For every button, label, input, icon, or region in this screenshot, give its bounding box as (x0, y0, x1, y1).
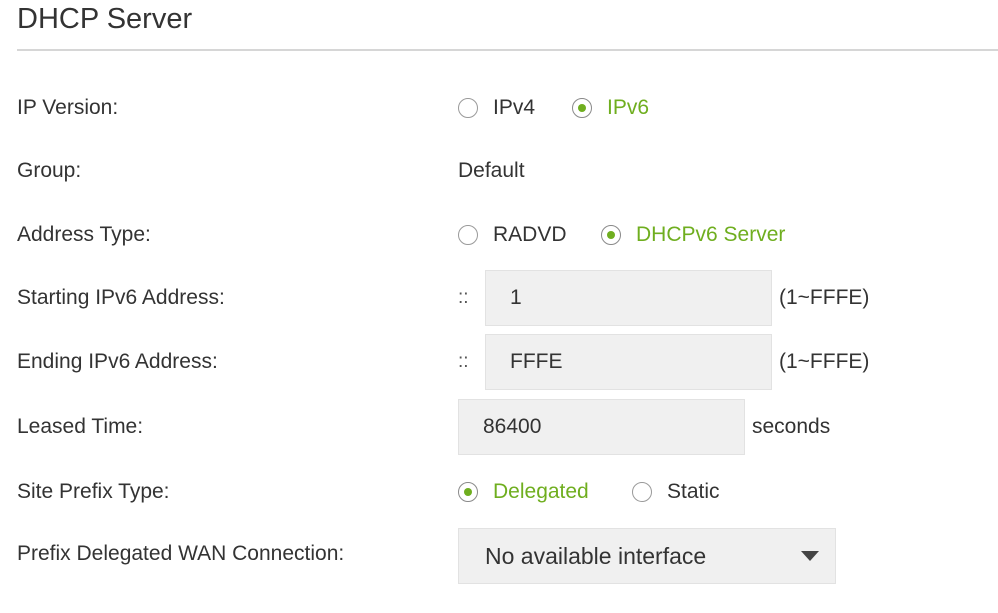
radio-checked-icon (572, 98, 592, 118)
address-type-label: Address Type: (17, 223, 151, 246)
caret-down-icon (801, 551, 819, 561)
radio-ipv4-label: IPv4 (493, 96, 536, 119)
ip-version-label: IP Version: (17, 96, 119, 119)
page-title: DHCP Server (17, 3, 193, 35)
radio-ipv4[interactable]: IPv4 (458, 96, 535, 120)
radio-static-label: Static (667, 480, 720, 503)
radio-ipv6-label: IPv6 (607, 96, 650, 119)
starting-address-prefix: :: (458, 287, 469, 308)
radio-dhcpv6-server[interactable]: DHCPv6 Server (601, 223, 785, 247)
site-prefix-type-label: Site Prefix Type: (17, 480, 170, 503)
leased-time-unit: seconds (752, 415, 831, 438)
prefix-wan-label: Prefix Delegated WAN Connection: (17, 542, 345, 565)
radio-unchecked-icon (458, 225, 478, 245)
leased-time-input[interactable]: 86400 (458, 399, 745, 455)
prefix-wan-select[interactable]: No available interface (458, 528, 836, 584)
ending-address-hint: (1~FFFE) (779, 350, 870, 373)
radio-dhcpv6-server-label: DHCPv6 Server (636, 223, 786, 246)
prefix-wan-selected: No available interface (485, 542, 707, 569)
starting-address-label: Starting IPv6 Address: (17, 286, 225, 309)
group-label: Group: (17, 159, 82, 182)
ending-address-input[interactable]: FFFE (485, 334, 772, 390)
radio-radvd-label: RADVD (493, 223, 567, 246)
ending-address-prefix: :: (458, 351, 469, 372)
ending-address-label: Ending IPv6 Address: (17, 350, 218, 373)
radio-checked-icon (458, 482, 478, 502)
title-divider (17, 49, 998, 51)
radio-radvd[interactable]: RADVD (458, 223, 567, 247)
group-value: Default (458, 159, 525, 182)
radio-delegated-label: Delegated (493, 480, 589, 503)
radio-static[interactable]: Static (632, 480, 720, 504)
radio-unchecked-icon (632, 482, 652, 502)
radio-ipv6[interactable]: IPv6 (572, 96, 649, 120)
leased-time-label: Leased Time: (17, 415, 144, 438)
radio-delegated[interactable]: Delegated (458, 480, 589, 504)
radio-unchecked-icon (458, 98, 478, 118)
starting-address-input[interactable]: 1 (485, 270, 772, 326)
starting-address-hint: (1~FFFE) (779, 286, 870, 309)
radio-checked-icon (601, 225, 621, 245)
